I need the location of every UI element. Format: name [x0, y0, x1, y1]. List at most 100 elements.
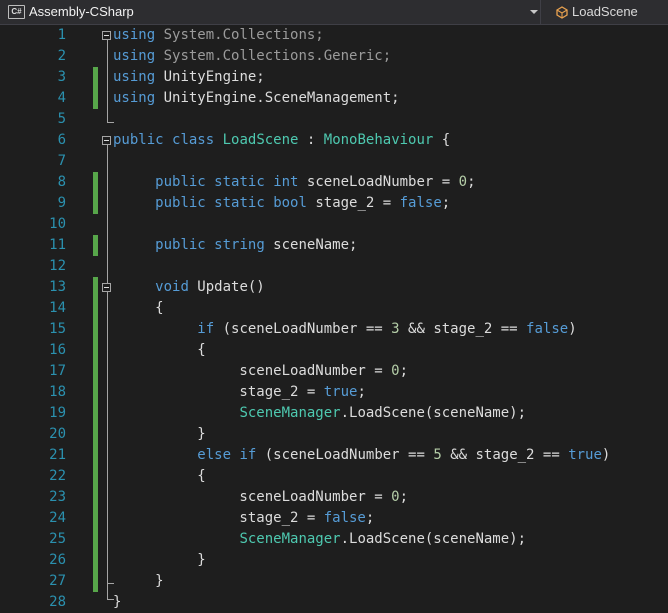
code-text: using UnityEngine.SceneManagement;	[113, 88, 400, 109]
code-line[interactable]: 19 SceneManager.LoadScene(sceneName);	[0, 403, 668, 424]
change-indicator	[93, 550, 98, 571]
code-token: public	[113, 132, 164, 148]
code-line[interactable]: 4 using UnityEngine.SceneManagement;	[0, 88, 668, 109]
code-token: static	[214, 195, 265, 211]
code-token: using	[113, 27, 156, 43]
code-token: false	[526, 321, 569, 337]
code-text: }	[113, 550, 205, 571]
change-indicator	[93, 172, 98, 193]
code-token: using	[113, 69, 156, 85]
line-number: 27	[49, 573, 66, 589]
line-number: 20	[49, 426, 66, 442]
code-line[interactable]: 16 {	[0, 340, 668, 361]
code-token: void	[155, 279, 189, 295]
code-line[interactable]: 23 sceneLoadNumber = 0;	[0, 487, 668, 508]
code-editor[interactable]: 1 using System.Collections; 2 using System.…	[0, 25, 668, 613]
code-line[interactable]: 24 stage_2 = false;	[0, 508, 668, 529]
navigation-bar: C# Assembly-CSharp LoadScene	[0, 0, 668, 25]
collapse-icon[interactable]	[102, 283, 111, 292]
code-token: }	[113, 573, 164, 589]
type-dropdown[interactable]: LoadScene	[547, 0, 668, 24]
line-number: 24	[49, 510, 66, 526]
chevron-down-icon[interactable]	[530, 10, 538, 14]
code-line[interactable]: 22 {	[0, 466, 668, 487]
code-token: {	[113, 468, 206, 484]
change-indicator	[93, 382, 98, 403]
change-indicator	[93, 319, 98, 340]
code-line[interactable]: 28}	[0, 592, 668, 613]
code-line[interactable]: 17 sceneLoadNumber = 0;	[0, 361, 668, 382]
line-number: 26	[49, 552, 66, 568]
collapse-icon[interactable]	[102, 136, 111, 145]
code-line[interactable]: 6 public class LoadScene : MonoBehaviour …	[0, 130, 668, 151]
line-number: 17	[49, 363, 66, 379]
code-line[interactable]: 13 void Update()	[0, 277, 668, 298]
code-token: ;	[365, 510, 375, 526]
change-indicator	[93, 235, 98, 256]
code-line[interactable]: 9 public static bool stage_2 = false;	[0, 193, 668, 214]
change-indicator	[93, 424, 98, 445]
code-line[interactable]: 5	[0, 109, 668, 130]
code-line[interactable]: 10	[0, 214, 668, 235]
line-number: 23	[49, 489, 66, 505]
code-text: }	[113, 571, 164, 592]
code-token: public	[155, 237, 206, 253]
change-indicator	[93, 361, 98, 382]
code-line[interactable]: 7	[0, 151, 668, 172]
code-line[interactable]: 2 using System.Collections.Generic;	[0, 46, 668, 67]
code-text: {	[113, 466, 206, 487]
code-line[interactable]: 25 SceneManager.LoadScene(sceneName);	[0, 529, 668, 550]
code-token: if	[197, 321, 215, 337]
code-token: ;	[441, 195, 451, 211]
code-token: bool	[273, 195, 307, 211]
code-line[interactable]: 20 }	[0, 424, 668, 445]
project-name: Assembly-CSharp	[29, 4, 134, 19]
code-line[interactable]: 14 {	[0, 298, 668, 319]
line-number: 11	[49, 237, 66, 253]
code-token: )	[568, 321, 577, 337]
code-token: {	[433, 132, 451, 148]
code-line[interactable]: 27 }	[0, 571, 668, 592]
csharp-project-icon: C#	[8, 5, 25, 19]
code-token: && stage_2 ==	[441, 447, 569, 463]
code-token: public	[155, 174, 206, 190]
code-line[interactable]: 11 public string sceneName;	[0, 235, 668, 256]
code-text: }	[113, 592, 121, 613]
code-token: ;	[399, 363, 409, 379]
code-line[interactable]: 12	[0, 256, 668, 277]
code-line[interactable]: 1 using System.Collections;	[0, 25, 668, 46]
code-text: stage_2 = false;	[113, 508, 374, 529]
code-token: }	[113, 426, 206, 442]
code-line[interactable]: 15 if (sceneLoadNumber == 3 && stage_2 =…	[0, 319, 668, 340]
line-number: 21	[49, 447, 66, 463]
code-token: true	[568, 447, 602, 463]
line-number: 28	[49, 594, 66, 610]
line-number: 4	[57, 90, 66, 106]
line-number: 13	[49, 279, 66, 295]
project-dropdown[interactable]: C# Assembly-CSharp	[0, 0, 541, 24]
code-line[interactable]: 8 public static int sceneLoadNumber = 0;	[0, 172, 668, 193]
code-token: {	[113, 300, 164, 316]
code-text: public static int sceneLoadNumber = 0;	[113, 172, 475, 193]
code-line[interactable]: 18 stage_2 = true;	[0, 382, 668, 403]
code-text: stage_2 = true;	[113, 382, 365, 403]
code-token: string	[214, 237, 265, 253]
collapse-icon[interactable]	[102, 31, 111, 40]
code-line[interactable]: 3 using UnityEngine;	[0, 67, 668, 88]
code-line[interactable]: 26 }	[0, 550, 668, 571]
code-token: class	[172, 132, 215, 148]
change-indicator	[93, 298, 98, 319]
code-line[interactable]: 21 else if (sceneLoadNumber == 5 && stag…	[0, 445, 668, 466]
code-token: 0	[391, 489, 400, 505]
code-token: .LoadScene(sceneName);	[340, 405, 527, 421]
class-icon	[556, 6, 568, 19]
code-text: sceneLoadNumber = 0;	[113, 487, 408, 508]
code-text: sceneLoadNumber = 0;	[113, 361, 408, 382]
code-text: SceneManager.LoadScene(sceneName);	[113, 529, 526, 550]
code-token: System.Collections;	[155, 27, 324, 43]
